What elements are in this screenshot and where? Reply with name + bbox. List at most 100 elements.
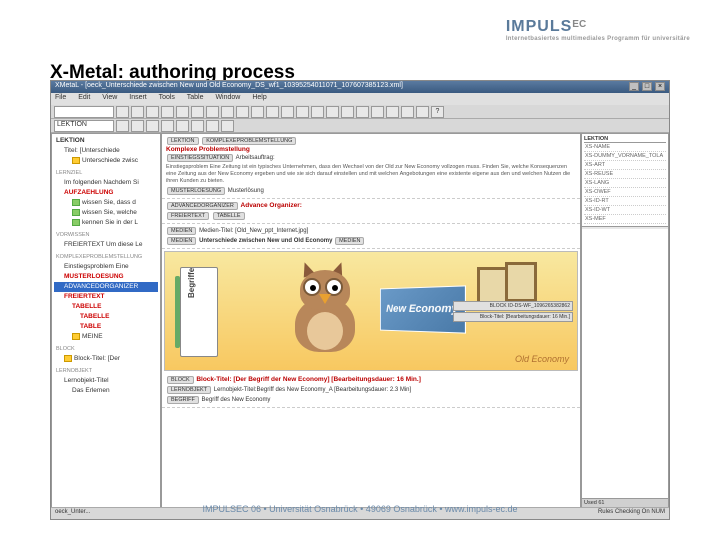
tree-item[interactable]: BLOCK: [54, 344, 158, 354]
tb-open[interactable]: [131, 106, 144, 118]
tree-item[interactable]: TABLE: [54, 322, 158, 332]
tb-b[interactable]: [281, 106, 294, 118]
tag-advorg[interactable]: ADVANCEDORGANIZER: [167, 202, 238, 210]
tree-item[interactable]: LERNZIEL: [54, 168, 158, 178]
tree-item[interactable]: Lernobjekt-Titel: [54, 376, 158, 386]
tb-i[interactable]: [386, 106, 399, 118]
tb2-h[interactable]: [221, 120, 234, 132]
menu-window[interactable]: Window: [215, 94, 240, 101]
tree-item[interactable]: Im folgenden Nachdem Si: [54, 178, 158, 188]
editor-main[interactable]: LEKTION KOMPLEXEPROBLEMSTELLUNG Komplexe…: [161, 133, 581, 511]
tree-item[interactable]: FREIERTEXT Um diese Le: [54, 240, 158, 250]
menu-insert[interactable]: Insert: [129, 94, 147, 101]
tree-item[interactable]: kennen Sie in der L: [54, 218, 158, 228]
tb2-d[interactable]: [161, 120, 174, 132]
menu-view[interactable]: View: [102, 94, 117, 101]
tree-item[interactable]: Das Erlemen: [54, 386, 158, 396]
tb-h[interactable]: [371, 106, 384, 118]
block-id-button[interactable]: BLOCK ID-DS-WF_1096265382862: [453, 301, 573, 311]
menu-table[interactable]: Table: [187, 94, 204, 101]
close-button[interactable]: ×: [655, 82, 665, 91]
tag-block[interactable]: BLOCK: [167, 376, 194, 384]
tb-f[interactable]: [341, 106, 354, 118]
tb2-c[interactable]: [146, 120, 159, 132]
tree-item[interactable]: KOMPLEXEPROBLEMSTELLUNG: [54, 252, 158, 262]
style-select[interactable]: [54, 106, 114, 118]
brand-logo: IMPULSEC Internetbasiertes multimediales…: [506, 18, 690, 42]
tree-item[interactable]: wissen Sie, dass d: [54, 198, 158, 208]
attr-row[interactable]: XS-REUSE: [584, 170, 666, 179]
menu-help[interactable]: Help: [252, 94, 266, 101]
attr-row[interactable]: XS-LANG: [584, 179, 666, 188]
attr-row[interactable]: XS-ART: [584, 161, 666, 170]
tag-komplexe[interactable]: KOMPLEXEPROBLEMSTELLUNG: [202, 137, 296, 145]
tb2-b[interactable]: [131, 120, 144, 132]
menu-tools[interactable]: Tools: [159, 94, 175, 101]
tree-item[interactable]: MEINE: [54, 332, 158, 342]
tb-copy[interactable]: [191, 106, 204, 118]
menu-edit[interactable]: Edit: [78, 94, 90, 101]
lernobjekt-title: Lernobjekt-Titel:Begriff des New Economy…: [214, 387, 411, 393]
tree-item[interactable]: wissen Sie, welche: [54, 208, 158, 218]
tb-e[interactable]: [326, 106, 339, 118]
element-select[interactable]: LEKTION: [54, 120, 114, 132]
tag-freiertext[interactable]: FREIERTEXT: [167, 212, 209, 220]
tb-help[interactable]: ?: [431, 106, 444, 118]
tb-undo[interactable]: [221, 106, 234, 118]
tb2-f[interactable]: [191, 120, 204, 132]
tag-medien2[interactable]: MEDIEN: [167, 237, 196, 245]
structure-tree[interactable]: LEKTION Titel: [UnterschiedeUnterschiede…: [51, 133, 161, 511]
tree-item[interactable]: Titel: [Unterschiede: [54, 146, 158, 156]
tag-lernobjekt[interactable]: LERNOBJEKT: [167, 386, 211, 394]
attr-row[interactable]: XS-ID-WT: [584, 206, 666, 215]
tb2-e[interactable]: [176, 120, 189, 132]
tb-redo[interactable]: [236, 106, 249, 118]
tb-paste[interactable]: [206, 106, 219, 118]
attr-row[interactable]: XS-NAME: [584, 143, 666, 152]
menu-file[interactable]: File: [55, 94, 66, 101]
tree-item[interactable]: LERNOBJEKT: [54, 366, 158, 376]
maximize-button[interactable]: □: [642, 82, 652, 91]
menubar[interactable]: File Edit View Insert Tools Table Window…: [51, 93, 669, 105]
block-titel-button[interactable]: Block-Titel: [Bearbeitungsdauer: 16 Min.…: [453, 312, 573, 322]
tree-root[interactable]: LEKTION: [54, 136, 158, 146]
sec1-title: Komplexe Problemstellung: [166, 146, 576, 153]
tree-item[interactable]: ADVANCEDORGANIZER: [54, 282, 158, 292]
tb-print[interactable]: [161, 106, 174, 118]
tb-k[interactable]: [416, 106, 429, 118]
tag-begriff[interactable]: BEGRIFF: [167, 396, 199, 404]
tag-tabelle[interactable]: TABELLE: [213, 212, 245, 220]
tb-g[interactable]: [356, 106, 369, 118]
tag-medien[interactable]: MEDIEN: [167, 227, 196, 235]
tb-j[interactable]: [401, 106, 414, 118]
tb-d[interactable]: [311, 106, 324, 118]
tree-item[interactable]: Block-Titel: [Der: [54, 354, 158, 364]
attr-row[interactable]: XS-OWEF: [584, 188, 666, 197]
tb-new[interactable]: [116, 106, 129, 118]
tree-item[interactable]: Einstiegsproblem Eine: [54, 262, 158, 272]
attr-row[interactable]: XS-ID-RT: [584, 197, 666, 206]
tree-item[interactable]: AUFZAEHLUNG: [54, 188, 158, 198]
minimize-button[interactable]: _: [629, 82, 639, 91]
tb2-a[interactable]: [116, 120, 129, 132]
tree-item[interactable]: TABELLE: [54, 312, 158, 322]
tag-einstieg[interactable]: EINSTIEGSSITUATION: [167, 154, 233, 162]
tag-muster[interactable]: MUSTERLOESUNG: [167, 187, 225, 195]
tb-cut[interactable]: [176, 106, 189, 118]
tb-find[interactable]: [251, 106, 264, 118]
tb2-g[interactable]: [206, 120, 219, 132]
sec1-body[interactable]: Einstiegsproblem Eine Zeitung ist ein ty…: [166, 163, 576, 186]
tag-medien-end[interactable]: MEDIEN: [335, 237, 364, 245]
tag-lektion[interactable]: LEKTION: [167, 137, 199, 145]
attr-row[interactable]: XS-DUMMY_VORNAME_TOLA: [584, 152, 666, 161]
tree-item[interactable]: FREIERTEXT: [54, 292, 158, 302]
tree-item[interactable]: Unterschiede zwisc: [54, 156, 158, 166]
begriff-text: Begriff des New Economy: [202, 397, 271, 403]
tree-item[interactable]: MUSTERLOESUNG: [54, 272, 158, 282]
tb-c[interactable]: [296, 106, 309, 118]
tb-save[interactable]: [146, 106, 159, 118]
tree-item[interactable]: TABELLE: [54, 302, 158, 312]
tb-a[interactable]: [266, 106, 279, 118]
tree-item[interactable]: VORWISSEN: [54, 230, 158, 240]
attr-row[interactable]: XS-MEF: [584, 215, 666, 224]
